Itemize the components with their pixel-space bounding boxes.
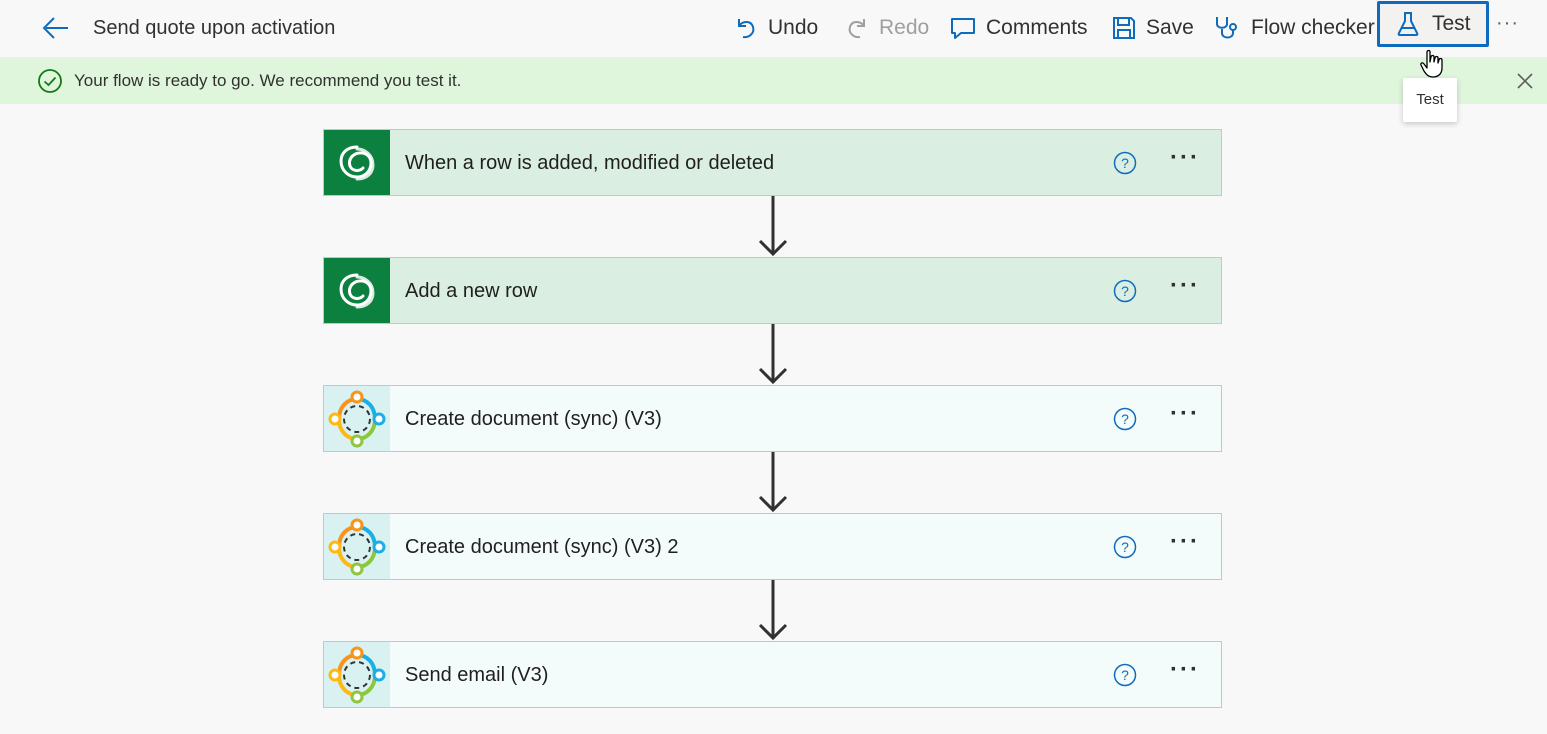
test-tooltip: Test <box>1403 78 1457 122</box>
undo-button[interactable]: Undo <box>734 8 818 48</box>
success-banner: Your flow is ready to go. We recommend y… <box>0 57 1547 104</box>
step-title: Create document (sync) (V3) <box>405 408 662 430</box>
step-more-button[interactable]: ··· <box>1170 272 1200 300</box>
back-button[interactable] <box>38 12 74 44</box>
connector-arrow <box>758 452 788 513</box>
svg-text:?: ? <box>1121 411 1129 427</box>
connector-arrow <box>758 324 788 385</box>
help-icon[interactable]: ? <box>1113 535 1137 559</box>
step-title: Send email (V3) <box>405 664 549 686</box>
test-label: Test <box>1432 12 1471 35</box>
flow-step-add-row[interactable]: Add a new row ? ··· <box>323 257 1222 324</box>
flow-checker-label: Flow checker <box>1251 16 1375 39</box>
flow-checker-button[interactable]: Flow checker <box>1213 8 1375 48</box>
flow-step-trigger[interactable]: When a row is added, modified or deleted… <box>323 129 1222 196</box>
close-icon[interactable] <box>1516 72 1534 90</box>
help-icon[interactable]: ? <box>1113 407 1137 431</box>
command-bar: Send quote upon activation Undo Redo Com… <box>0 0 1547 57</box>
step-more-button[interactable]: ··· <box>1170 144 1200 172</box>
redo-button[interactable]: Redo <box>845 8 929 48</box>
step-more-button[interactable]: ··· <box>1170 528 1200 556</box>
test-button[interactable]: Test <box>1377 1 1489 47</box>
dataverse-icon <box>339 273 375 308</box>
step-more-button[interactable]: ··· <box>1170 656 1200 684</box>
flow-step-send-email[interactable]: Send email (V3) ? ··· <box>323 641 1222 708</box>
save-icon <box>1113 17 1135 39</box>
save-button[interactable]: Save <box>1112 8 1194 48</box>
redo-label: Redo <box>879 16 930 39</box>
flask-icon <box>1397 12 1419 36</box>
help-icon[interactable]: ? <box>1113 279 1137 303</box>
stethoscope-icon <box>1216 17 1237 39</box>
flow-title: Send quote upon activation <box>93 17 336 39</box>
connector-arrow <box>758 196 788 257</box>
save-label: Save <box>1146 16 1194 39</box>
svg-text:?: ? <box>1121 283 1129 299</box>
comments-button[interactable]: Comments <box>950 8 1088 48</box>
banner-message: Your flow is ready to go. We recommend y… <box>74 71 462 90</box>
undo-label: Undo <box>768 16 819 39</box>
dataverse-icon <box>339 145 375 180</box>
help-icon[interactable]: ? <box>1113 663 1137 687</box>
step-title: Add a new row <box>405 280 538 302</box>
connector-arrow <box>758 580 788 641</box>
undo-icon <box>738 19 755 39</box>
comment-icon <box>951 18 975 39</box>
comments-label: Comments <box>986 16 1088 39</box>
step-title: Create document (sync) (V3) 2 <box>405 536 679 558</box>
hand-cursor-icon <box>1420 49 1443 78</box>
svg-text:?: ? <box>1121 539 1129 555</box>
flow-step-create-document[interactable]: Create document (sync) (V3) ? ··· <box>323 385 1222 452</box>
svg-text:?: ? <box>1121 667 1129 683</box>
arrow-left-icon <box>42 17 68 39</box>
connector-icon <box>328 646 386 703</box>
step-more-button[interactable]: ··· <box>1170 400 1200 428</box>
help-icon[interactable]: ? <box>1113 151 1137 175</box>
redo-icon <box>848 19 865 39</box>
connector-icon <box>328 518 386 575</box>
check-circle-icon <box>38 69 62 93</box>
connector-icon <box>328 390 386 447</box>
more-commands-button[interactable]: ··· <box>1496 12 1519 35</box>
flow-step-create-document-2[interactable]: Create document (sync) (V3) 2 ? ··· <box>323 513 1222 580</box>
svg-text:?: ? <box>1121 155 1129 171</box>
step-title: When a row is added, modified or deleted <box>405 152 775 174</box>
